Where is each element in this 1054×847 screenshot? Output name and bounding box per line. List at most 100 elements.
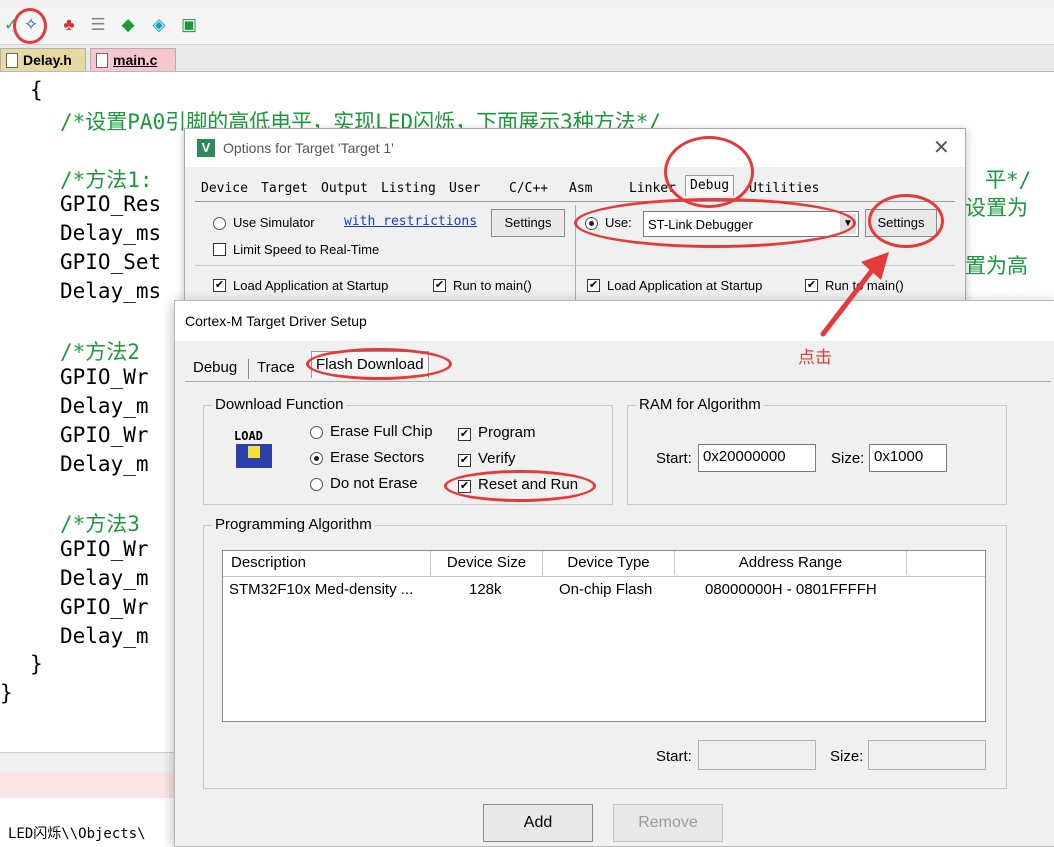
annotation-circle-reset-and-run	[444, 470, 596, 502]
tab-trace[interactable]: Trace	[253, 355, 299, 381]
project-icon[interactable]: ♣	[58, 14, 80, 36]
code-line: }	[30, 652, 43, 676]
load-icon-text: LOAD	[234, 429, 263, 443]
tab-utilities[interactable]: Utilities	[749, 179, 819, 199]
tab-listing[interactable]: Listing	[381, 179, 436, 199]
run-to-main-label: Run to main()	[453, 278, 532, 293]
program-checkbox[interactable]: ✔	[458, 428, 471, 441]
code-line: /*方法2	[60, 340, 140, 364]
do-not-erase-radio[interactable]	[310, 478, 323, 491]
code-line: Delay_m	[60, 394, 149, 418]
tab-delay-h[interactable]: Delay.h	[0, 48, 86, 71]
erase-sectors-label: Erase Sectors	[330, 449, 425, 466]
annotation-circle-debugger-select	[574, 198, 856, 248]
tab-target[interactable]: Target	[261, 179, 308, 199]
toolbar: ✓ ✧ ♣ ☰ ◆ ◈ ▣	[0, 8, 1054, 45]
code-line: /*方法3	[60, 512, 140, 536]
load-app-label: Load Application at Startup	[233, 278, 389, 293]
algorithm-start-label: Start:	[656, 748, 692, 765]
tab-asm[interactable]: Asm	[569, 179, 592, 199]
limit-speed-label: Limit Speed to Real-Time	[233, 242, 380, 257]
code-line: GPIO_Wr	[60, 595, 149, 619]
cell-address-range: 08000000H - 0801FFFFH	[705, 581, 877, 598]
code-line: /*方法1:	[60, 168, 153, 192]
algorithm-size-input[interactable]	[868, 740, 986, 770]
column-header-device-type[interactable]: Device Type	[543, 551, 675, 575]
use-simulator-radio[interactable]	[213, 217, 226, 230]
algorithm-start-input[interactable]	[698, 740, 816, 770]
add-button[interactable]: Add	[483, 804, 593, 842]
code-fragment: 置为高	[965, 254, 1028, 278]
annotation-circle-wand	[13, 8, 47, 44]
program-label: Program	[478, 424, 536, 441]
verify-checkbox[interactable]: ✔	[458, 454, 471, 467]
load-icon: LOAD	[234, 430, 274, 470]
group-label: RAM for Algorithm	[636, 396, 764, 413]
simulator-settings-button[interactable]: Settings	[491, 209, 565, 237]
ram-for-algorithm-group: RAM for Algorithm Start: 0x20000000 Size…	[627, 396, 1007, 505]
with-restrictions-link[interactable]: with restrictions	[344, 214, 477, 229]
code-line: GPIO_Wr	[60, 423, 149, 447]
verify-label: Verify	[478, 450, 516, 467]
ram-size-input[interactable]: 0x1000	[869, 444, 947, 472]
build-output-line: LED闪烁\\Objects\	[8, 826, 146, 842]
tab-c-cpp[interactable]: C/C++	[509, 179, 548, 199]
tab-debug[interactable]: Debug	[189, 355, 241, 381]
remove-button[interactable]: Remove	[613, 804, 723, 842]
tab-device[interactable]: Device	[201, 179, 248, 199]
arrow-shaft	[820, 261, 880, 337]
load-app-checkbox-left[interactable]: ✔	[213, 279, 226, 292]
code-line: GPIO_Wr	[60, 365, 149, 389]
cell-device-size: 128k	[469, 581, 502, 598]
splitter[interactable]	[0, 752, 180, 774]
tab-main-c[interactable]: main.c	[90, 48, 176, 71]
diamond-cyan-icon[interactable]: ◈	[148, 14, 170, 36]
algorithm-size-label: Size:	[830, 748, 864, 765]
tab-divider	[195, 201, 955, 202]
column-header-description[interactable]: Description	[223, 551, 431, 575]
code-line: Delay_m	[60, 624, 149, 648]
annotation-arrow	[820, 252, 889, 337]
file-icon	[96, 53, 108, 68]
code-line: Delay_m	[60, 452, 149, 476]
ram-start-label: Start:	[656, 450, 692, 467]
code-line: GPIO_Set	[60, 250, 162, 274]
run-to-main-checkbox-left[interactable]: ✔	[433, 279, 446, 292]
code-line: Delay_ms	[60, 279, 162, 303]
code-fragment: 设置为	[965, 196, 1028, 220]
annotation-circle-flash-download	[306, 348, 452, 380]
code-fragment: 平*/	[985, 168, 1032, 192]
load-icon-arrow	[248, 446, 260, 458]
close-icon[interactable]: ✕	[933, 135, 950, 160]
file-icon	[6, 53, 18, 68]
load-app-checkbox-right[interactable]: ✔	[587, 279, 600, 292]
algorithm-table[interactable]: Description Device Size Device Type Addr…	[222, 550, 986, 722]
tab-output[interactable]: Output	[321, 179, 368, 199]
tab-divider	[185, 381, 1051, 382]
erase-sectors-radio[interactable]	[310, 452, 323, 465]
window-titlebar: V Options for Target 'Target 1' ✕	[185, 129, 965, 167]
code-line: {	[30, 78, 43, 102]
table-row[interactable]: STM32F10x Med-density ... 128k On-chip F…	[223, 577, 985, 601]
window-title: Options for Target 'Target 1'	[223, 140, 394, 156]
tab-user[interactable]: User	[449, 179, 480, 199]
ram-start-input[interactable]: 0x20000000	[698, 444, 816, 472]
file-tab-bar: Delay.h main.c	[0, 45, 1054, 72]
group-label: Programming Algorithm	[212, 516, 375, 533]
cell-description: STM32F10x Med-density ...	[229, 581, 414, 598]
output-header	[0, 772, 180, 798]
pack-installer-icon[interactable]: ▣	[178, 14, 200, 36]
column-header-address-range[interactable]: Address Range	[675, 551, 907, 575]
layers-icon[interactable]: ☰	[87, 14, 109, 36]
erase-full-chip-label: Erase Full Chip	[330, 423, 433, 440]
programming-algorithm-group: Programming Algorithm Description Device…	[203, 516, 1007, 789]
code-line: GPIO_Wr	[60, 537, 149, 561]
dialog-title: Cortex-M Target Driver Setup	[185, 313, 367, 329]
diamond-green-icon[interactable]: ◆	[117, 14, 139, 36]
annotation-circle-settings	[868, 194, 944, 248]
limit-speed-checkbox[interactable]	[213, 243, 226, 256]
erase-full-chip-radio[interactable]	[310, 426, 323, 439]
column-header-device-size[interactable]: Device Size	[431, 551, 543, 575]
code-line: Delay_m	[60, 566, 149, 590]
click-annotation-label: 点击	[798, 348, 832, 367]
